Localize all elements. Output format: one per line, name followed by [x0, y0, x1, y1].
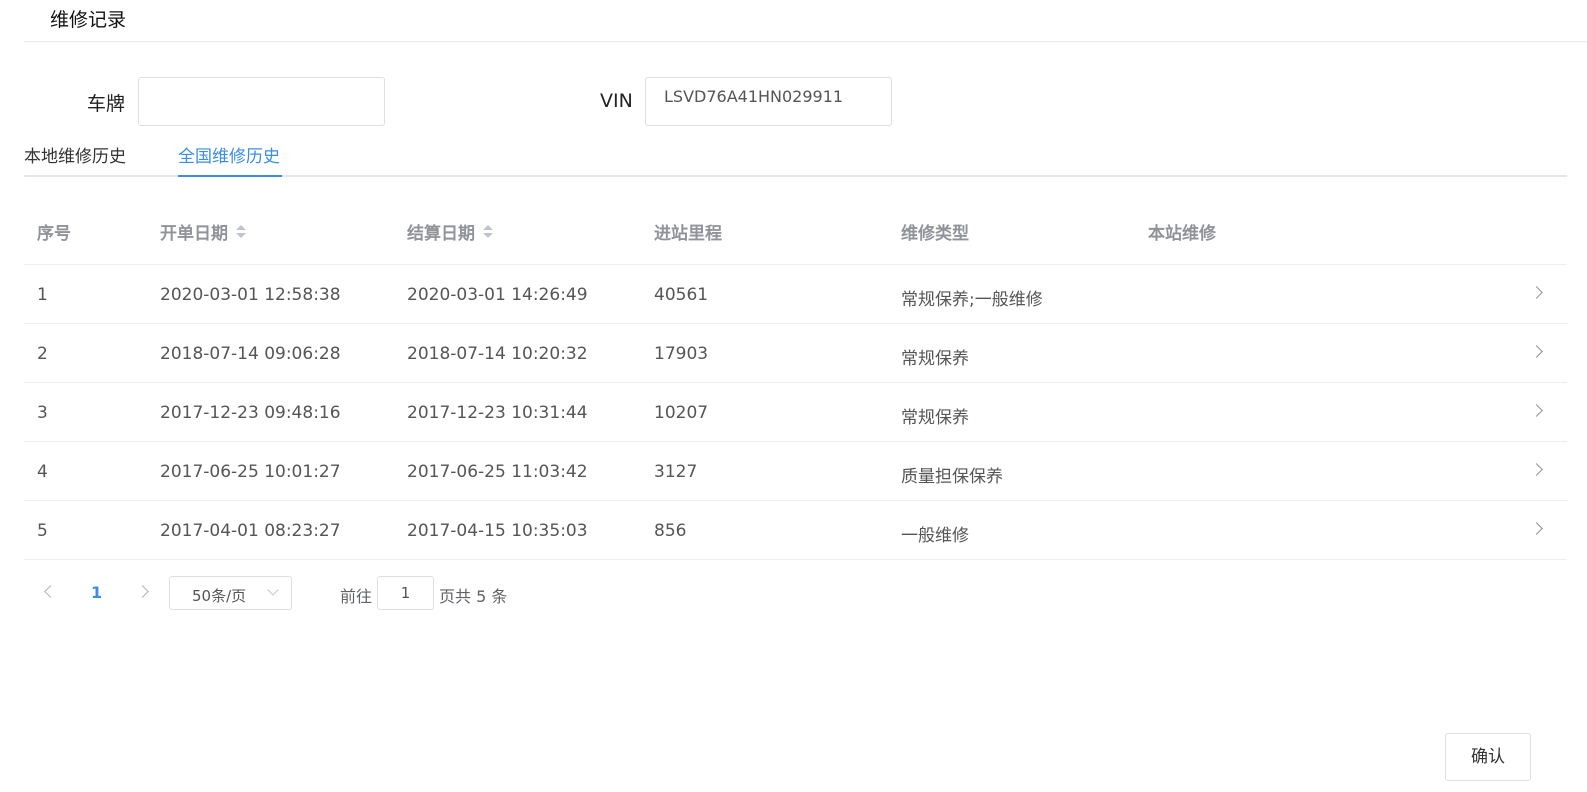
chevron-right-icon[interactable]: [1530, 463, 1543, 476]
page-header: 维修记录: [24, 0, 1587, 42]
cell-open-date: 2017-12-23 09:48:16: [160, 403, 341, 423]
cell-index: 5: [37, 521, 48, 541]
goto-page-input[interactable]: 1: [377, 576, 434, 610]
sort-caret-icon[interactable]: [483, 224, 493, 240]
column-header-repair-type: 维修类型: [901, 224, 969, 244]
prev-page-icon[interactable]: [44, 585, 57, 598]
page-number-current[interactable]: 1: [91, 583, 102, 602]
pagination: 1 50条/页 前往 1 页共 5 条: [24, 576, 724, 610]
plate-input[interactable]: [138, 77, 385, 126]
plate-label: 车牌: [87, 93, 126, 115]
page-size-value: 50条/页: [192, 587, 247, 605]
sort-caret-icon[interactable]: [236, 224, 246, 240]
page-size-select[interactable]: 50条/页: [169, 576, 292, 610]
cell-settle-date: 2017-06-25 11:03:42: [407, 462, 588, 482]
active-tab-indicator: [178, 175, 282, 177]
cell-repair-type: 常规保养: [901, 408, 969, 428]
table-row[interactable]: 4 2017-06-25 10:01:27 2017-06-25 11:03:4…: [24, 442, 1567, 501]
cell-open-date: 2018-07-14 09:06:28: [160, 344, 341, 364]
next-page-icon[interactable]: [136, 585, 149, 598]
cell-repair-type: 一般维修: [901, 526, 969, 546]
tab-national-history[interactable]: 全国维修历史: [178, 142, 280, 167]
cell-mileage: 40561: [654, 285, 709, 305]
column-header-mileage: 进站里程: [654, 224, 722, 244]
column-header-open-date-label: 开单日期: [160, 224, 228, 244]
chevron-right-icon[interactable]: [1530, 522, 1543, 535]
chevron-down-icon: [267, 584, 279, 596]
page-title: 维修记录: [50, 9, 127, 31]
total-count-text: 页共 5 条: [439, 587, 508, 606]
cell-settle-date: 2018-07-14 10:20:32: [407, 344, 588, 364]
chevron-right-icon[interactable]: [1530, 286, 1543, 299]
cell-mileage: 17903: [654, 344, 709, 364]
cell-index: 1: [37, 285, 48, 305]
cell-repair-type: 常规保养;一般维修: [901, 290, 1043, 310]
column-header-index: 序号: [37, 224, 71, 244]
cell-repair-type: 质量担保保养: [901, 467, 1003, 487]
table-row[interactable]: 2 2018-07-14 09:06:28 2018-07-14 10:20:3…: [24, 324, 1567, 383]
vin-label: VIN: [600, 90, 633, 112]
history-tabs: 本地维修历史 全国维修历史: [24, 138, 1567, 177]
cell-repair-type: 常规保养: [901, 349, 969, 369]
confirm-button[interactable]: 确认: [1445, 733, 1531, 781]
cell-mileage: 3127: [654, 462, 698, 482]
column-header-open-date[interactable]: 开单日期: [160, 219, 246, 244]
repair-history-table: 序号 开单日期 结算日期 进站里程 维修类型 本站维修 1 2020-03-01…: [24, 201, 1567, 560]
table-row[interactable]: 1 2020-03-01 12:58:38 2020-03-01 14:26:4…: [24, 265, 1567, 324]
goto-label: 前往: [340, 587, 373, 606]
cell-open-date: 2017-04-01 08:23:27: [160, 521, 341, 541]
repair-records-page: 维修记录 车牌 VIN LSVD76A41HN029911 本地维修历史 全国维…: [0, 0, 1587, 792]
table-row[interactable]: 5 2017-04-01 08:23:27 2017-04-15 10:35:0…: [24, 501, 1567, 560]
cell-settle-date: 2017-12-23 10:31:44: [407, 403, 588, 423]
chevron-right-icon[interactable]: [1530, 345, 1543, 358]
column-header-settle-date[interactable]: 结算日期: [407, 219, 493, 244]
table-header: 序号 开单日期 结算日期 进站里程 维修类型 本站维修: [24, 201, 1567, 265]
cell-open-date: 2020-03-01 12:58:38: [160, 285, 341, 305]
cell-index: 4: [37, 462, 48, 482]
column-header-local-repair: 本站维修: [1148, 224, 1216, 244]
cell-mileage: 10207: [654, 403, 709, 423]
cell-settle-date: 2020-03-01 14:26:49: [407, 285, 588, 305]
tab-local-history[interactable]: 本地维修历史: [24, 142, 126, 167]
cell-index: 3: [37, 403, 48, 423]
cell-mileage: 856: [654, 521, 687, 541]
vin-input[interactable]: LSVD76A41HN029911: [645, 77, 892, 126]
column-header-settle-date-label: 结算日期: [407, 224, 475, 244]
cell-settle-date: 2017-04-15 10:35:03: [407, 521, 588, 541]
cell-open-date: 2017-06-25 10:01:27: [160, 462, 341, 482]
table-row[interactable]: 3 2017-12-23 09:48:16 2017-12-23 10:31:4…: [24, 383, 1567, 442]
chevron-right-icon[interactable]: [1530, 404, 1543, 417]
cell-index: 2: [37, 344, 48, 364]
